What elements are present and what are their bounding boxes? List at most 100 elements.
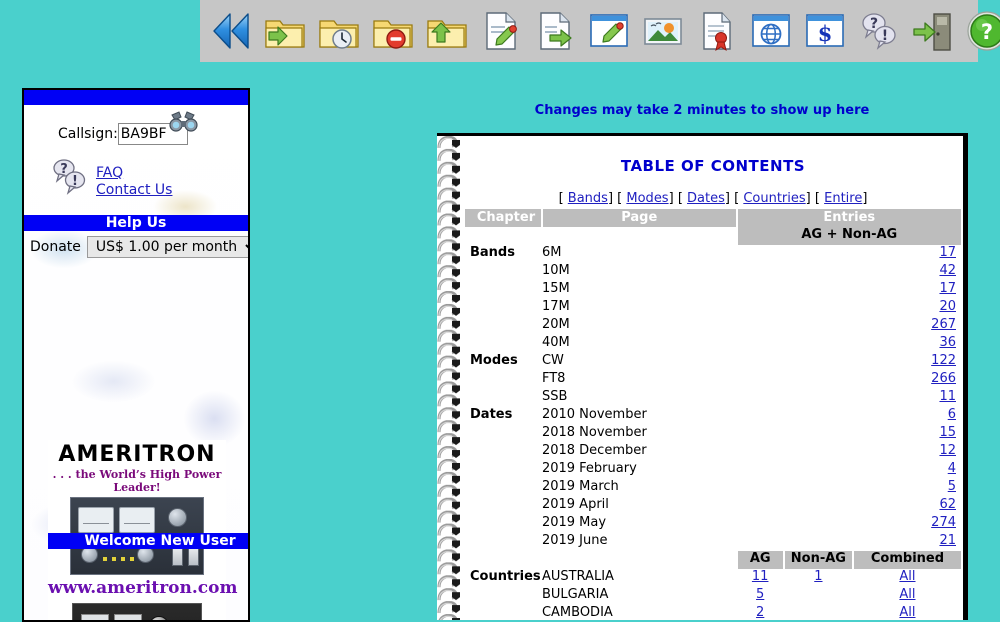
ameritron-advertisement[interactable]: AMERITRON . . . the World’s High Power L… xyxy=(48,440,237,620)
row-page: CW xyxy=(541,353,564,368)
table-row: Countries AUSTRALIA 11 1 All xyxy=(464,569,962,587)
green-question-circle-icon: ? xyxy=(967,11,1000,51)
row-entries: 11 xyxy=(737,389,962,407)
entry-count-link[interactable]: 20 xyxy=(939,299,956,314)
blocked-folder-button[interactable] xyxy=(366,4,420,58)
entry-count-link[interactable]: 36 xyxy=(939,335,956,350)
table-row: FT8 266 xyxy=(464,371,962,389)
row-chapter xyxy=(464,281,542,299)
rewind-button[interactable] xyxy=(204,4,258,58)
bracket-close: ] xyxy=(668,191,678,206)
row-entries: 4 xyxy=(737,461,962,479)
row-entries: 122 xyxy=(737,353,962,371)
row-page: 2019 June xyxy=(541,533,608,548)
country-subheader-non-ag: Non-AG xyxy=(782,551,854,569)
toc-page: TABLE OF CONTENTS [ Bands] [ Modes] [ Da… xyxy=(463,136,963,620)
combined-link[interactable]: All xyxy=(899,569,915,584)
globe-window-icon xyxy=(752,14,790,47)
row-entries: 36 xyxy=(737,335,962,353)
row-chapter xyxy=(464,371,542,389)
entry-count-link[interactable]: 266 xyxy=(931,371,956,386)
faq-link[interactable]: FAQ xyxy=(96,165,172,182)
document-pencil-icon xyxy=(486,12,517,50)
entry-count-link[interactable]: 5 xyxy=(948,479,956,494)
nav-link-countries[interactable]: Countries xyxy=(743,191,805,206)
combined-link[interactable]: All xyxy=(899,587,915,602)
entry-count-link[interactable]: 274 xyxy=(931,515,956,530)
row-non_ag xyxy=(784,587,853,605)
country-subheader-combined: Combined xyxy=(851,551,963,569)
folder-clock-icon xyxy=(319,20,359,49)
table-row: 2019 June 21 xyxy=(464,533,962,551)
ag-count-link[interactable]: 5 xyxy=(756,587,764,602)
toc-table-head: Chapter Page Entries xyxy=(463,209,963,227)
logout-button[interactable] xyxy=(906,4,960,58)
certificate-button[interactable] xyxy=(690,4,744,58)
payment-button[interactable]: $ xyxy=(798,4,852,58)
row-entries: 21 xyxy=(737,533,962,551)
bracket-close: ] xyxy=(607,191,618,206)
row-entries: 17 xyxy=(737,281,962,299)
row-page: 6M xyxy=(541,245,562,260)
ameritron-url[interactable]: www.ameritron.com xyxy=(48,575,237,599)
col-header-entries: Entries xyxy=(735,209,963,227)
entry-count-link[interactable]: 62 xyxy=(939,497,956,512)
entry-count-link[interactable]: 4 xyxy=(948,461,956,476)
combined-link[interactable]: All xyxy=(899,605,915,620)
contact-us-link[interactable]: Contact Us xyxy=(96,182,172,199)
row-page: 2019 March xyxy=(541,479,619,494)
faq-button[interactable]: ? ! xyxy=(852,4,906,58)
row-chapter xyxy=(464,497,542,515)
entry-count-link[interactable]: 267 xyxy=(931,317,956,332)
recent-folder-button[interactable] xyxy=(312,4,366,58)
sidebar-title-bar xyxy=(24,90,248,105)
folder-green-arrow-icon xyxy=(265,20,305,48)
non-ag-count-link[interactable]: 1 xyxy=(814,569,822,584)
entry-count-link[interactable]: 21 xyxy=(939,533,956,548)
entry-count-link[interactable]: 17 xyxy=(939,281,956,296)
nav-link-dates[interactable]: Dates xyxy=(687,191,725,206)
entry-count-link[interactable]: 42 xyxy=(939,263,956,278)
toc-header-row: Chapter Page Entries xyxy=(463,209,963,227)
nav-link-entire[interactable]: Entire xyxy=(824,191,862,206)
row-combined: All xyxy=(853,605,962,620)
svg-text:$: $ xyxy=(818,21,833,46)
row-chapter xyxy=(464,605,542,620)
image-button[interactable] xyxy=(636,4,690,58)
welcome-new-user-bar[interactable]: Welcome New User xyxy=(48,533,248,549)
row-entries: 6 xyxy=(737,407,962,425)
donate-label: Donate xyxy=(30,239,81,255)
bracket-open: [ xyxy=(814,191,825,206)
entry-count-link[interactable]: 17 xyxy=(939,245,956,260)
ameritron-tagline: . . . the World’s High Power Leader! xyxy=(52,468,222,494)
nav-link-bands[interactable]: Bands xyxy=(568,191,608,206)
help-button[interactable]: ? xyxy=(960,4,1000,58)
nav-link-modes[interactable]: Modes xyxy=(626,191,668,206)
binoculars-icon[interactable] xyxy=(166,109,202,137)
upload-folder-button[interactable] xyxy=(420,4,474,58)
table-of-contents-panel: TABLE OF CONTENTS [ Bands] [ Modes] [ Da… xyxy=(437,133,968,620)
ag-count-link[interactable]: 2 xyxy=(756,605,764,620)
svg-text:!: ! xyxy=(72,174,78,189)
row-page: FT8 xyxy=(541,371,566,386)
changes-notice: Changes may take 2 minutes to show up he… xyxy=(534,103,870,118)
entry-count-link[interactable]: 15 xyxy=(939,425,956,440)
edit-document-button[interactable] xyxy=(474,4,528,58)
donate-amount-select[interactable]: US$ 1.00 per month xyxy=(86,236,248,258)
entry-count-link[interactable]: 122 xyxy=(931,353,956,368)
row-chapter xyxy=(464,461,542,479)
entry-count-link[interactable]: 12 xyxy=(939,443,956,458)
open-folder-button[interactable] xyxy=(258,4,312,58)
faq-block: ? ! FAQ Contact Us xyxy=(24,153,248,201)
row-chapter xyxy=(464,425,542,443)
web-button[interactable] xyxy=(744,4,798,58)
export-document-button[interactable] xyxy=(528,4,582,58)
edit-window-button[interactable] xyxy=(582,4,636,58)
table-row: 17M 20 xyxy=(464,299,962,317)
svg-text:?: ? xyxy=(981,20,993,44)
spacer-cell xyxy=(542,227,737,245)
ag-count-link[interactable]: 11 xyxy=(752,569,769,584)
entry-count-link[interactable]: 6 xyxy=(948,407,956,422)
entry-count-link[interactable]: 11 xyxy=(939,389,956,404)
toc-table: Chapter Page Entries AG + Non-AG Bands 6M… xyxy=(463,209,963,620)
